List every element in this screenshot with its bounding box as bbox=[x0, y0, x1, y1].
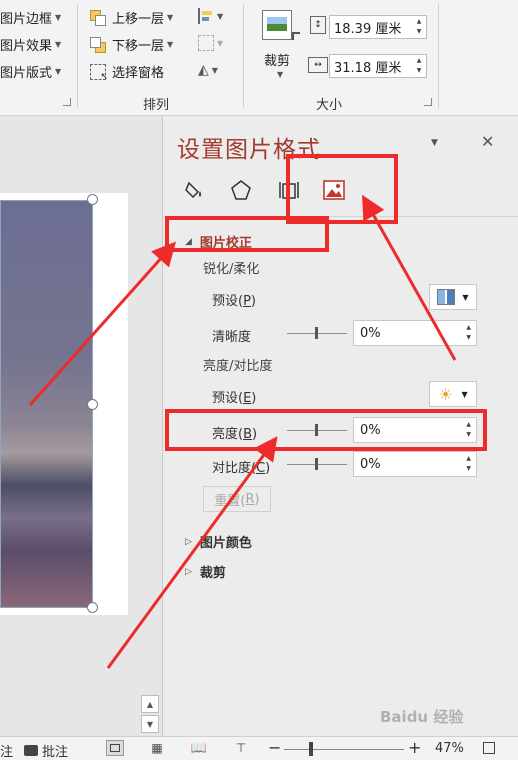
comment-icon bbox=[24, 745, 38, 756]
normal-view-icon[interactable] bbox=[106, 740, 124, 756]
annotation-arrow-1 bbox=[28, 241, 176, 406]
annotation-arrows bbox=[28, 194, 457, 669]
comments-label: 批注 bbox=[42, 745, 69, 760]
comments-button[interactable]: 批注 bbox=[24, 741, 68, 760]
annotation-arrow-3 bbox=[106, 436, 278, 669]
zoom-slider-thumb[interactable] bbox=[309, 742, 313, 756]
annotation-arrow-2 bbox=[362, 194, 457, 361]
slide-sorter-icon[interactable]: ▦ bbox=[148, 740, 166, 756]
status-bar: 注 批注 ▦ 📖 ⊤ − + 47% bbox=[0, 736, 518, 760]
zoom-in-button[interactable]: + bbox=[408, 738, 421, 757]
notes-button[interactable]: 注 bbox=[0, 741, 13, 760]
reading-view-icon[interactable]: 📖 bbox=[190, 740, 208, 756]
zoom-slider[interactable] bbox=[284, 749, 404, 750]
zoom-level[interactable]: 47% bbox=[435, 741, 464, 756]
notes-label: 注 bbox=[0, 745, 14, 760]
slideshow-icon[interactable]: ⊤ bbox=[232, 740, 250, 756]
zoom-out-button[interactable]: − bbox=[268, 738, 281, 757]
fit-to-window-icon[interactable] bbox=[480, 740, 498, 756]
watermark: Baidu 经验 bbox=[380, 708, 464, 726]
